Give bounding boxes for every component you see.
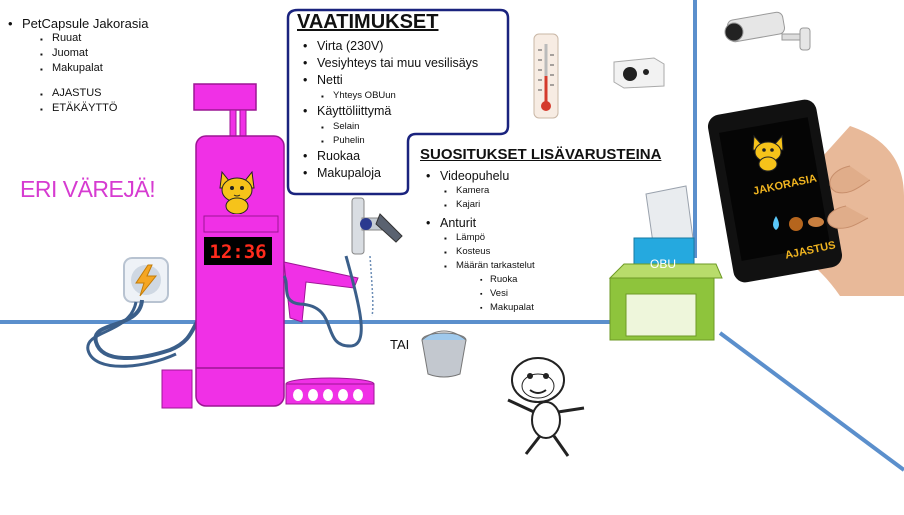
list-item: AJASTUS — [40, 86, 148, 102]
camera-icon — [724, 11, 811, 51]
food-icons — [773, 216, 824, 231]
thermometer-icon — [533, 33, 559, 119]
product-name: PetCapsule Jakorasia — [8, 16, 149, 31]
list-item: Juomat — [40, 46, 148, 62]
obu-label: OBU — [649, 257, 676, 271]
speaker-icon — [613, 57, 665, 89]
requirements-title: VAATIMUKSET — [297, 11, 439, 33]
list-item: Kosteus — [444, 245, 535, 260]
list-item: Kamera — [444, 184, 535, 199]
cat-icon — [752, 134, 784, 172]
faucet-icon — [351, 197, 403, 255]
or-label: TAI — [390, 337, 410, 352]
feature-list: PetCapsule Jakorasia Ruuat Juomat Makupa… — [8, 16, 149, 117]
list-item: Anturit — [426, 215, 535, 231]
dispenser-clock: 12:36 — [209, 241, 267, 263]
colors-note: ERI VÄREJÄ! — [20, 176, 156, 202]
list-item: ETÄKÄYTTÖ — [40, 101, 148, 117]
cat-icon — [219, 170, 255, 214]
monkey-icon — [507, 357, 585, 457]
optional-list: Videopuhelu Kamera Kajari Anturit Lämpö … — [426, 168, 535, 316]
list-item: Makupalat — [40, 61, 148, 77]
list-item: Ruuat — [40, 31, 148, 47]
list-item: Lämpö — [444, 231, 535, 246]
list-item: Kajari — [444, 198, 535, 213]
list-item: Makupalat — [480, 301, 535, 316]
list-item: Ruoka — [480, 273, 535, 288]
list-item: Videopuhelu — [426, 168, 535, 184]
list-item: Vesi — [480, 287, 535, 302]
smartphone-hand — [707, 99, 904, 296]
list-item: Määrän tarkastelut — [444, 259, 535, 274]
list-item: Vesiyhteys tai muu vesilisäys — [303, 55, 478, 72]
optional-title: SUOSITUKSET LISÄVARUSTEINA — [420, 146, 662, 163]
bucket-icon — [421, 330, 467, 378]
list-item: Virta (230V) — [303, 38, 478, 55]
